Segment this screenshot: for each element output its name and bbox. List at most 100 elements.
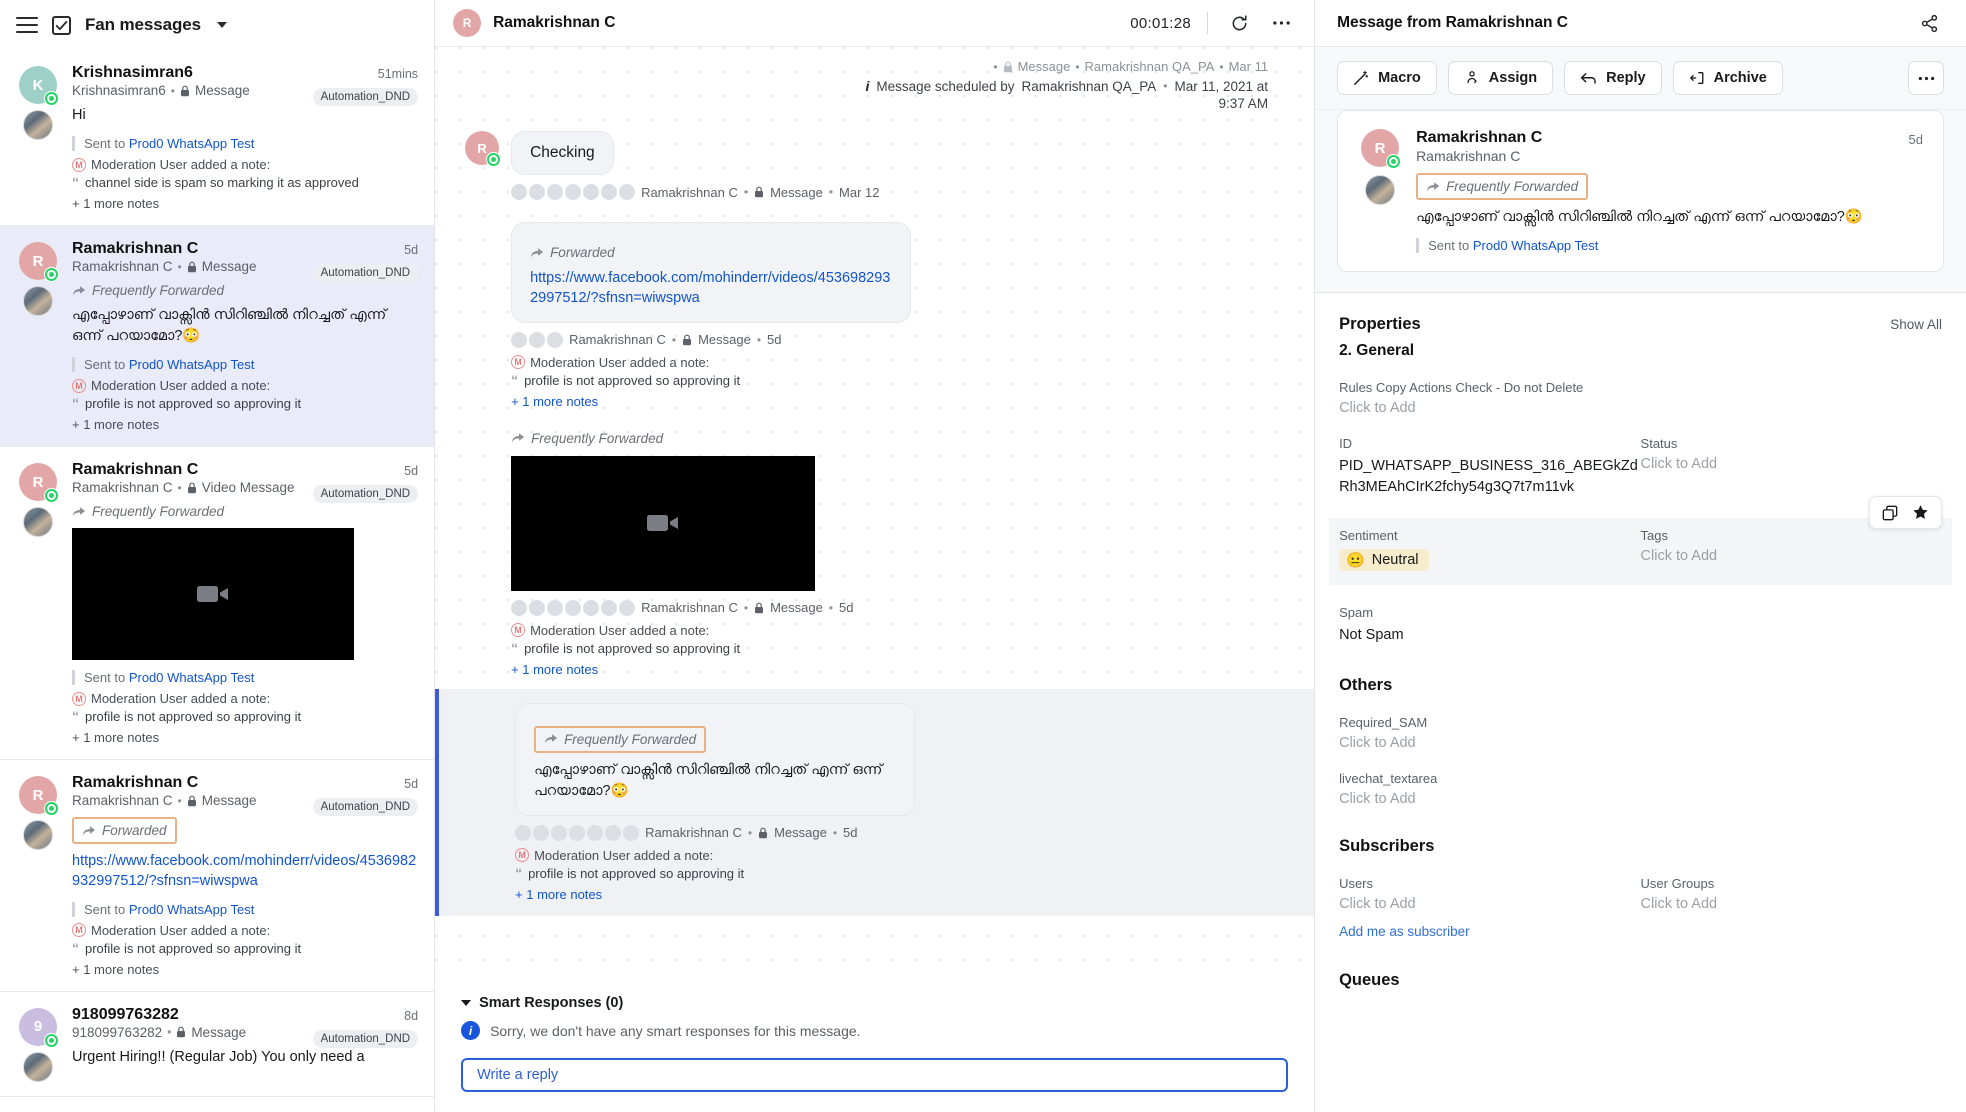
conversation-preview-text: Hi — [72, 107, 86, 123]
reply-input[interactable]: Write a reply — [461, 1058, 1289, 1092]
video-thumbnail[interactable] — [511, 455, 816, 591]
conversation-list[interactable]: K Krishnasimran6 51mins Krishnasimran6 • Mess… — [0, 50, 435, 1112]
sent-to-link[interactable]: Prod0 WhatsApp Test — [129, 902, 255, 917]
archive-button[interactable]: Archive — [1672, 61, 1783, 95]
lock-icon — [683, 334, 692, 345]
whatsapp-badge-icon — [44, 91, 59, 106]
field-row-subscribers: Users Click to Add Add me as subscriber … — [1339, 876, 1942, 941]
checkbox-icon[interactable] — [52, 15, 71, 35]
lock-icon — [1003, 61, 1012, 72]
macro-button[interactable]: Macro — [1337, 61, 1437, 95]
field-value[interactable]: Click to Add — [1641, 548, 1942, 564]
conversation-item[interactable]: R Ramakrishnan C 5d Ramakrishnan C • Message A… — [0, 226, 435, 448]
conversation-item[interactable]: R Ramakrishnan C 5d Ramakrishnan C • Video Me… — [0, 447, 435, 761]
field-user-groups[interactable]: User Groups Click to Add — [1641, 876, 1942, 941]
card-time: 5d — [1908, 132, 1923, 147]
note-author-line: M Moderation User added a note: — [511, 623, 1298, 638]
caret-down-icon[interactable] — [461, 1000, 472, 1006]
message-bubble[interactable]: Frequently Forwarded എപ്പോഴാണ് വാക്സിൻ സി… — [515, 702, 916, 816]
quote-icon: “ — [72, 395, 79, 412]
field-spam[interactable]: Spam Not Spam — [1339, 605, 1942, 646]
message-bubble[interactable]: Checking — [511, 131, 614, 175]
avatar: R — [19, 463, 59, 504]
share-icon[interactable] — [1914, 8, 1944, 38]
field-required-sam[interactable]: Required_SAM Click to Add — [1339, 715, 1942, 751]
scheduled-author: Ramakrishnan QA_PA — [1021, 78, 1157, 94]
refresh-icon[interactable] — [1224, 8, 1254, 38]
video-icon — [197, 586, 228, 603]
moderation-icon: M — [72, 691, 86, 706]
smart-responses-header[interactable]: Smart Responses (0) — [461, 995, 1288, 1011]
moderation-icon: M — [72, 923, 86, 938]
meta-channel: Message — [770, 600, 823, 616]
field-sentiment[interactable]: Sentiment 😐 Neutral — [1339, 528, 1640, 572]
add-me-as-subscriber-link[interactable]: Add me as subscriber — [1339, 924, 1470, 939]
sent-to-link[interactable]: Prod0 WhatsApp Test — [129, 136, 255, 151]
lock-icon — [759, 827, 768, 838]
field-value[interactable]: Click to Add — [1339, 791, 1942, 807]
scheduled-time: 9:37 AM — [1218, 96, 1269, 111]
video-thumbnail[interactable] — [72, 528, 354, 661]
field-label: Status — [1640, 436, 1678, 452]
more-notes-link[interactable]: + 1 more notes — [72, 962, 418, 977]
reply-button[interactable]: Reply — [1564, 61, 1662, 95]
ellipsis-icon[interactable] — [1266, 8, 1296, 38]
more-notes-link[interactable]: + 1 more notes — [515, 887, 1298, 902]
more-notes-link[interactable]: + 1 more notes — [72, 196, 418, 211]
more-notes-link[interactable]: + 1 more notes — [511, 662, 1298, 677]
field-id[interactable]: ID PID_WHATSAPP_BUSINESS_316_ABEGkZdRh3M… — [1339, 436, 1640, 498]
field-livechat-textarea[interactable]: livechat_textarea Click to Add — [1339, 771, 1942, 807]
chevron-down-icon[interactable] — [216, 22, 227, 28]
sent-to-link[interactable]: Prod0 WhatsApp Test — [129, 357, 255, 372]
show-all-button[interactable]: Show All — [1890, 317, 1942, 332]
details-panel: Message from Ramakrishnan C Macro Assign… — [1315, 0, 1966, 1112]
hamburger-icon[interactable] — [16, 17, 38, 33]
conversation-subname: Ramakrishnan C — [72, 259, 173, 275]
field-value[interactable]: Click to Add — [1339, 896, 1640, 912]
details-title: Message from Ramakrishnan C — [1337, 14, 1568, 31]
sent-to-link[interactable]: Prod0 WhatsApp Test — [129, 670, 255, 685]
meta-channel: Message — [698, 332, 751, 348]
avatar: R — [1361, 129, 1402, 169]
field-row-id-status: ID PID_WHATSAPP_BUSINESS_316_ABEGkZdRh3M… — [1339, 436, 1942, 498]
field-value[interactable]: Click to Add — [1339, 735, 1942, 751]
hover-toolbar[interactable] — [1869, 496, 1942, 530]
field-value[interactable]: Click to Add — [1641, 896, 1942, 912]
automation-tag: Automation_DND — [312, 88, 419, 106]
field-label: livechat_textarea — [1339, 771, 1438, 787]
field-users[interactable]: Users Click to Add Add me as subscriber — [1339, 876, 1640, 941]
conversation-item[interactable]: K Krishnasimran6 51mins Krishnasimran6 • Mess… — [0, 50, 435, 227]
conversation-preview-link[interactable]: https://www.facebook.com/mohinderr/video… — [72, 851, 418, 892]
conversation-name: 918099763282 — [72, 1005, 179, 1023]
field-value[interactable]: Click to Add — [1641, 456, 1942, 472]
more-actions-button[interactable] — [1908, 61, 1944, 95]
forwarded-badge: Forwarded — [72, 817, 177, 845]
conversation-item[interactable]: 9 918099763282 8d 918099763282 • Message Autom… — [0, 992, 435, 1097]
copy-icon[interactable] — [1882, 505, 1898, 521]
more-notes-link[interactable]: + 1 more notes — [72, 417, 418, 432]
quote-icon: “ — [515, 864, 523, 881]
field-tags[interactable]: Tags Click to Add — [1641, 528, 1942, 571]
message-link[interactable]: https://www.facebook.com/mohinderr/video… — [530, 268, 892, 309]
field-label: Sentiment — [1339, 528, 1398, 544]
whatsapp-badge-icon — [44, 267, 59, 283]
message-text: Checking — [530, 144, 595, 161]
message-bubble[interactable]: Forwarded https://www.facebook.com/mohind… — [511, 222, 912, 323]
field-status[interactable]: Status Click to Add — [1641, 436, 1942, 498]
note-text: “profile is not approved so approving it — [511, 371, 741, 388]
conversation-item[interactable]: R Ramakrishnan C 5d Ramakrishnan C • Message A… — [0, 760, 435, 992]
assign-button[interactable]: Assign — [1447, 61, 1554, 95]
reply-label: Reply — [1606, 70, 1646, 86]
thread-scroll-area[interactable]: • Message • Ramakrishnan QA_PA • Mar 11 … — [435, 47, 1315, 981]
field-rules-copy-actions[interactable]: Rules Copy Actions Check - Do not Delete… — [1339, 380, 1942, 416]
sent-to-line: Sent to Prod0 WhatsApp Test — [72, 901, 418, 917]
field-value[interactable]: Click to Add — [1339, 400, 1942, 416]
more-notes-link[interactable]: + 1 more notes — [511, 394, 1298, 409]
sent-to-link[interactable]: Prod0 WhatsApp Test — [1473, 238, 1599, 253]
field-value: PID_WHATSAPP_BUSINESS_316_ABEGkZdRh3MEAh… — [1339, 458, 1638, 496]
forward-arrow-icon — [544, 734, 558, 744]
message-card[interactable]: R Ramakrishnan C 5d Ramakrishnan C Frequ… — [1337, 110, 1944, 273]
more-notes-link[interactable]: + 1 more notes — [72, 730, 418, 745]
star-icon[interactable] — [1912, 504, 1929, 521]
assign-label: Assign — [1488, 70, 1538, 86]
